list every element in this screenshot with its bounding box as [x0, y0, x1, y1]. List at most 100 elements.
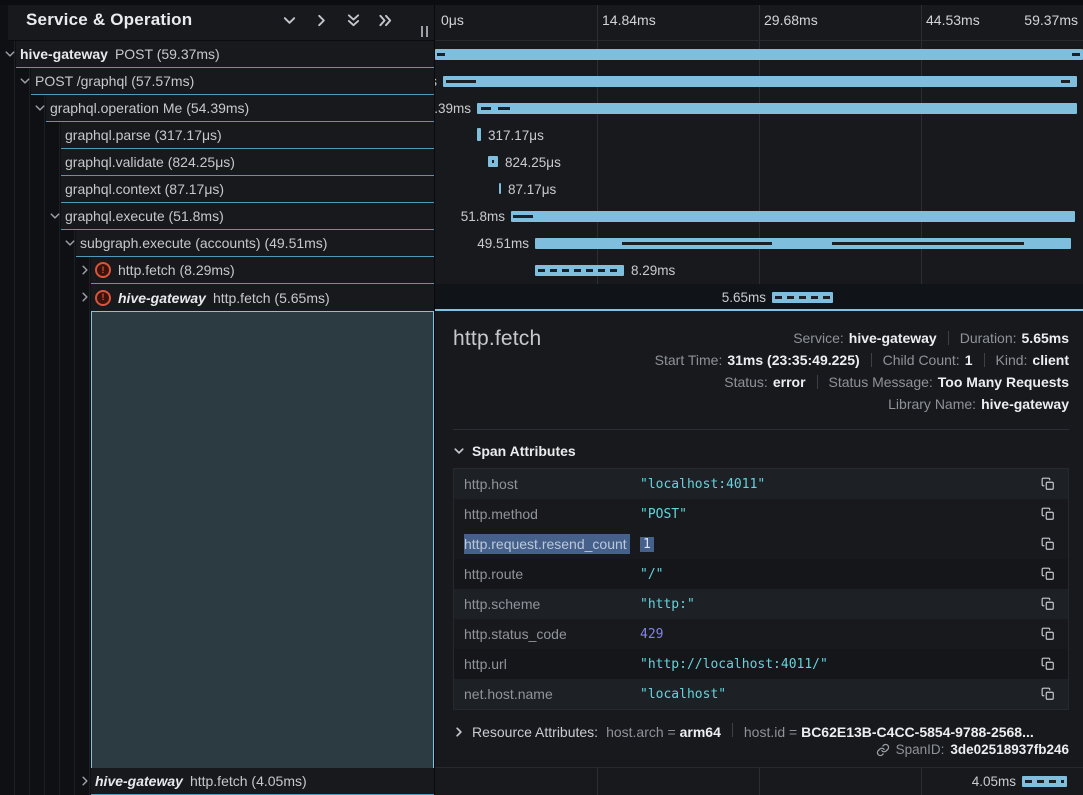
span-bar[interactable] [535, 238, 1071, 249]
timeline-row[interactable]: 51.8ms [435, 203, 1083, 230]
meta-label: Status: [724, 371, 768, 393]
collapse-one-icon[interactable] [278, 9, 300, 31]
chevron-down-icon[interactable] [63, 236, 77, 250]
ruler-tick: 44.53ms [926, 12, 980, 28]
timeline-pane: 0μs 14.84ms 29.68ms 44.53ms 59.37ms 57.5… [435, 0, 1083, 795]
tree-row[interactable]: subgraph.execute (accounts) (49.51ms) [0, 230, 434, 257]
timeline-row[interactable]: 4.05ms [435, 768, 1083, 795]
tree-row[interactable]: graphql.operation Me (54.39ms) [0, 95, 434, 122]
attribute-value: "localhost:4011" [640, 477, 1028, 492]
ruler-tick: 59.37ms [1024, 12, 1078, 28]
tree-row[interactable]: graphql.validate (824.25μs) [0, 149, 434, 176]
duration-label: 51.8ms [461, 209, 505, 224]
attribute-row[interactable]: http.method"POST" [454, 499, 1068, 529]
attribute-row[interactable]: http.request.resend_count1 [454, 529, 1068, 559]
attribute-row[interactable]: http.scheme"http:" [454, 589, 1068, 619]
copy-icon[interactable] [1028, 507, 1068, 521]
expand-one-icon[interactable] [310, 9, 332, 31]
span-label: subgraph.execute (accounts) (49.51ms) [80, 235, 327, 251]
copy-icon[interactable] [1028, 597, 1068, 611]
timeline-row[interactable]: 87.17μs [435, 176, 1083, 203]
span-id-label: SpanID: [896, 742, 945, 757]
span-bar[interactable] [535, 265, 624, 276]
copy-icon[interactable] [1028, 657, 1068, 671]
meta-line: Library Name:hive-gateway [655, 393, 1069, 415]
tree-row[interactable]: graphql.execute (51.8ms) [0, 203, 434, 230]
tree-header-actions [278, 9, 396, 31]
detail-divider [453, 429, 1069, 430]
tree-row[interactable]: !hive-gatewayhttp.fetch (5.65ms) [0, 284, 434, 311]
attribute-key: http.request.resend_count [454, 536, 640, 552]
chevron-right-icon[interactable] [78, 290, 92, 304]
timeline-row[interactable]: 5.65ms [435, 284, 1083, 311]
span-bar[interactable] [488, 156, 498, 167]
collapse-all-icon[interactable] [342, 9, 364, 31]
span-attributes-toggle[interactable]: Span Attributes [453, 443, 1069, 459]
attribute-row[interactable]: http.route"/" [454, 559, 1068, 589]
tree-row[interactable]: graphql.context (87.17μs) [0, 176, 434, 203]
chevron-down-icon[interactable] [18, 74, 32, 88]
span-bar[interactable] [477, 103, 1077, 114]
copy-icon[interactable] [1028, 567, 1068, 581]
copy-icon[interactable] [1028, 687, 1068, 701]
chevron-right-icon[interactable] [78, 774, 92, 788]
duration-label: 4.05ms [972, 774, 1016, 789]
attribute-row[interactable]: http.url"http://localhost:4011/" [454, 649, 1068, 679]
chevron-down-icon[interactable] [3, 47, 17, 61]
chevron-down-icon[interactable] [33, 101, 47, 115]
attribute-row[interactable]: http.status_code429 [454, 619, 1068, 649]
child-span-tick [498, 107, 510, 110]
timeline-row[interactable]: 54.39ms [435, 95, 1083, 122]
span-bar[interactable] [499, 183, 501, 194]
attribute-row[interactable]: net.host.name"localhost" [454, 679, 1068, 709]
timeline-row[interactable]: 8.29ms [435, 257, 1083, 284]
span-bar[interactable] [443, 76, 1077, 87]
span-bar[interactable] [772, 292, 833, 303]
meta-value: hive-gateway [981, 393, 1069, 415]
timeline-row[interactable] [435, 41, 1083, 68]
timeline-row[interactable]: 824.25μs [435, 149, 1083, 176]
resource-attributes-preview: host.arch = arm64host.id = BC62E13B-C4CC… [606, 723, 1034, 740]
attribute-value: "http://localhost:4011/" [640, 657, 1028, 672]
child-span-tick [622, 242, 772, 245]
span-label: graphql.operation Me (54.39ms) [50, 100, 249, 116]
child-span-tick [832, 242, 1024, 245]
link-icon[interactable] [876, 743, 890, 757]
span-bar[interactable] [1022, 776, 1067, 787]
expand-all-icon[interactable] [374, 9, 396, 31]
child-span-tick [446, 80, 476, 83]
timeline-ruler: 0μs 14.84ms 29.68ms 44.53ms 59.37ms [435, 0, 1083, 41]
timeline-row[interactable]: 317.17μs [435, 122, 1083, 149]
timeline-row[interactable]: 57.57ms [435, 68, 1083, 95]
span-label: graphql.validate (824.25μs) [65, 154, 235, 170]
copy-icon[interactable] [1028, 537, 1068, 551]
span-bar[interactable] [511, 211, 1075, 222]
error-icon: ! [95, 290, 111, 306]
span-label: POST (59.37ms) [115, 46, 220, 62]
chevron-right-icon[interactable] [78, 263, 92, 277]
span-bar[interactable] [477, 128, 481, 141]
duration-label: 57.57ms [435, 74, 437, 89]
tree-row[interactable]: POST /graphql (57.57ms) [0, 68, 434, 95]
span-attributes-table: http.host"localhost:4011"http.method"POS… [453, 468, 1069, 710]
tree-row[interactable]: graphql.parse (317.17μs) [0, 122, 434, 149]
attribute-key: http.scheme [454, 596, 640, 612]
tree-row[interactable]: hive-gatewayhttp.fetch (4.05ms) [0, 768, 434, 795]
copy-icon[interactable] [1028, 477, 1068, 491]
pane-resize-handle[interactable] [421, 26, 428, 37]
attribute-value: 429 [640, 627, 1028, 642]
chevron-down-icon[interactable] [48, 209, 62, 223]
resource-attributes-row[interactable]: Resource Attributes: host.arch = arm64ho… [453, 723, 1069, 740]
tree-row[interactable]: hive-gatewayPOST (59.37ms) [0, 41, 434, 68]
service-operation-pane: Service & Operation hive-gatewayPOST (59… [0, 0, 435, 795]
timeline-row[interactable]: 49.51ms [435, 230, 1083, 257]
meta-separator [871, 353, 872, 367]
attribute-row[interactable]: http.host"localhost:4011" [454, 469, 1068, 499]
tree-row[interactable]: !http.fetch (8.29ms) [0, 257, 434, 284]
span-bar[interactable] [435, 49, 1083, 60]
attribute-key: http.host [454, 476, 640, 492]
meta-value: Too Many Requests [938, 371, 1069, 393]
copy-icon[interactable] [1028, 627, 1068, 641]
error-icon: ! [95, 262, 111, 278]
attribute-key: http.url [454, 656, 640, 672]
